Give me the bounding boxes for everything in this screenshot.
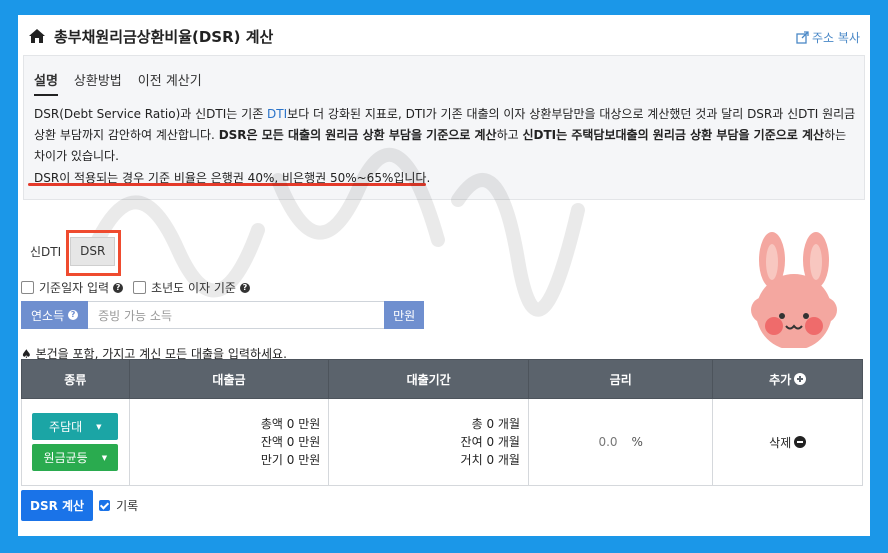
loan-type-value: 주담대 xyxy=(49,420,83,434)
header-type: 종류 xyxy=(21,359,130,399)
delete-label: 삭제 xyxy=(769,435,792,450)
amount-remain[interactable]: 잔액 0 만원 xyxy=(131,433,320,451)
period-grace[interactable]: 거치 0 개월 xyxy=(330,451,520,469)
tab-description[interactable]: 설명 xyxy=(34,70,58,96)
calculator-panel: 총부채원리금상환비율(DSR) 계산 주소 복사 설명 상환방법 이전 계산기 … xyxy=(18,15,870,536)
repayment-method-select[interactable]: 원금균등 ▼ xyxy=(32,444,119,471)
period-remain[interactable]: 잔여 0 개월 xyxy=(330,433,520,451)
period-total[interactable]: 총 0 개월 xyxy=(330,415,520,433)
remove-circle-icon[interactable] xyxy=(794,435,807,448)
info-box: 설명 상환방법 이전 계산기 DSR(Debt Service Ratio)과 … xyxy=(23,55,865,200)
base-date-checkbox[interactable] xyxy=(21,281,34,294)
period-cell[interactable]: 총 0 개월 잔여 0 개월 거치 0 개월 xyxy=(328,398,529,486)
rate-input[interactable]: 0.0 xyxy=(598,435,617,449)
dti-link[interactable]: DTI xyxy=(267,107,287,121)
income-unit: 만원 xyxy=(384,301,425,329)
desc-bold1: DSR은 모든 대출의 원리금 상환 부담을 기준으로 계산 xyxy=(218,128,497,142)
desc-bold2: 신DTI는 주택담보대출의 원리금 상환 부담을 기준으로 계산 xyxy=(522,128,825,142)
table-header-row: 종류 대출금 대출기간 금리 추가 xyxy=(21,359,863,399)
header-rate: 금리 xyxy=(527,359,714,399)
record-checkbox[interactable] xyxy=(99,500,111,511)
year-interest-label: 초년도 이자 기준 xyxy=(151,281,236,295)
bunny-mascot-image xyxy=(751,232,837,348)
desc-part1: DSR(Debt Service Ratio)과 신DTI는 기존 xyxy=(34,107,268,121)
copy-address-link[interactable]: 주소 복사 xyxy=(796,29,860,46)
amount-cell[interactable]: 총액 0 만원 잔액 0 만원 만기 0 만원 xyxy=(128,398,330,486)
rate-unit: % xyxy=(631,435,643,449)
header-period: 대출기간 xyxy=(328,359,529,399)
calc-row: DSR 계산 기록 xyxy=(21,490,138,521)
header-amount: 대출금 xyxy=(128,359,330,399)
add-label: 추가 xyxy=(769,372,792,387)
year-interest-checkbox[interactable] xyxy=(133,281,147,294)
income-label: 연소득 ? xyxy=(21,301,89,329)
income-row: 연소득 ? 증빙 가능 소득 만원 xyxy=(21,301,425,329)
tab-previous-calculator[interactable]: 이전 계산기 xyxy=(138,70,202,96)
loan-table: 종류 대출금 대출기간 금리 추가 주담대 ▼ 원금균등 ▼ 총액 0 만원 잔액 … xyxy=(21,359,863,486)
chevron-down-icon: ▼ xyxy=(101,453,108,462)
delete-cell[interactable]: 삭제 xyxy=(712,398,863,486)
home-icon xyxy=(29,29,45,43)
income-label-text: 연소득 xyxy=(31,308,65,323)
type-cell: 주담대 ▼ 원금균등 ▼ xyxy=(21,398,130,486)
chevron-down-icon: ▼ xyxy=(96,422,102,431)
table-row: 주담대 ▼ 원금균등 ▼ 총액 0 만원 잔액 0 만원 만기 0 만원 총 0 개… xyxy=(21,398,863,486)
loan-type-select[interactable]: 주담대 ▼ xyxy=(32,413,119,440)
mode-new-dti-button[interactable]: 신DTI xyxy=(21,237,70,266)
base-date-label: 기준일자 입력 xyxy=(39,281,110,295)
amount-total[interactable]: 총액 0 만원 xyxy=(131,415,320,433)
help-icon[interactable]: ? xyxy=(113,282,124,293)
info-tabs: 설명 상환방법 이전 계산기 xyxy=(34,70,218,96)
tab-repayment-method[interactable]: 상환방법 xyxy=(74,70,122,96)
record-option[interactable]: 기록 xyxy=(99,497,138,514)
page-title: 총부채원리금상환비율(DSR) 계산 xyxy=(54,28,274,46)
description-text: DSR(Debt Service Ratio)과 신DTI는 기존 DTI보다 … xyxy=(34,104,856,167)
add-circle-icon[interactable] xyxy=(794,372,807,385)
external-link-icon xyxy=(796,31,809,44)
amount-maturity[interactable]: 만기 0 만원 xyxy=(131,451,320,469)
rate-cell[interactable]: 0.0% xyxy=(527,398,714,486)
repayment-method-value: 원금균등 xyxy=(43,451,88,465)
highlight-underline xyxy=(28,183,426,186)
header-add[interactable]: 추가 xyxy=(712,359,863,399)
help-icon[interactable]: ? xyxy=(68,310,79,320)
dsr-highlight-box xyxy=(66,230,121,276)
record-label: 기록 xyxy=(116,499,139,513)
calculate-dsr-button[interactable]: DSR 계산 xyxy=(21,490,94,521)
options-row: 기준일자 입력 ? 초년도 이자 기준 ? xyxy=(21,279,250,296)
desc-part3: 하고 xyxy=(496,128,523,142)
help-icon[interactable]: ? xyxy=(239,282,250,293)
copy-address-label: 주소 복사 xyxy=(812,31,860,45)
income-input[interactable]: 증빙 가능 소득 xyxy=(88,301,385,329)
title-row: 총부채원리금상환비율(DSR) 계산 주소 복사 xyxy=(28,25,860,49)
